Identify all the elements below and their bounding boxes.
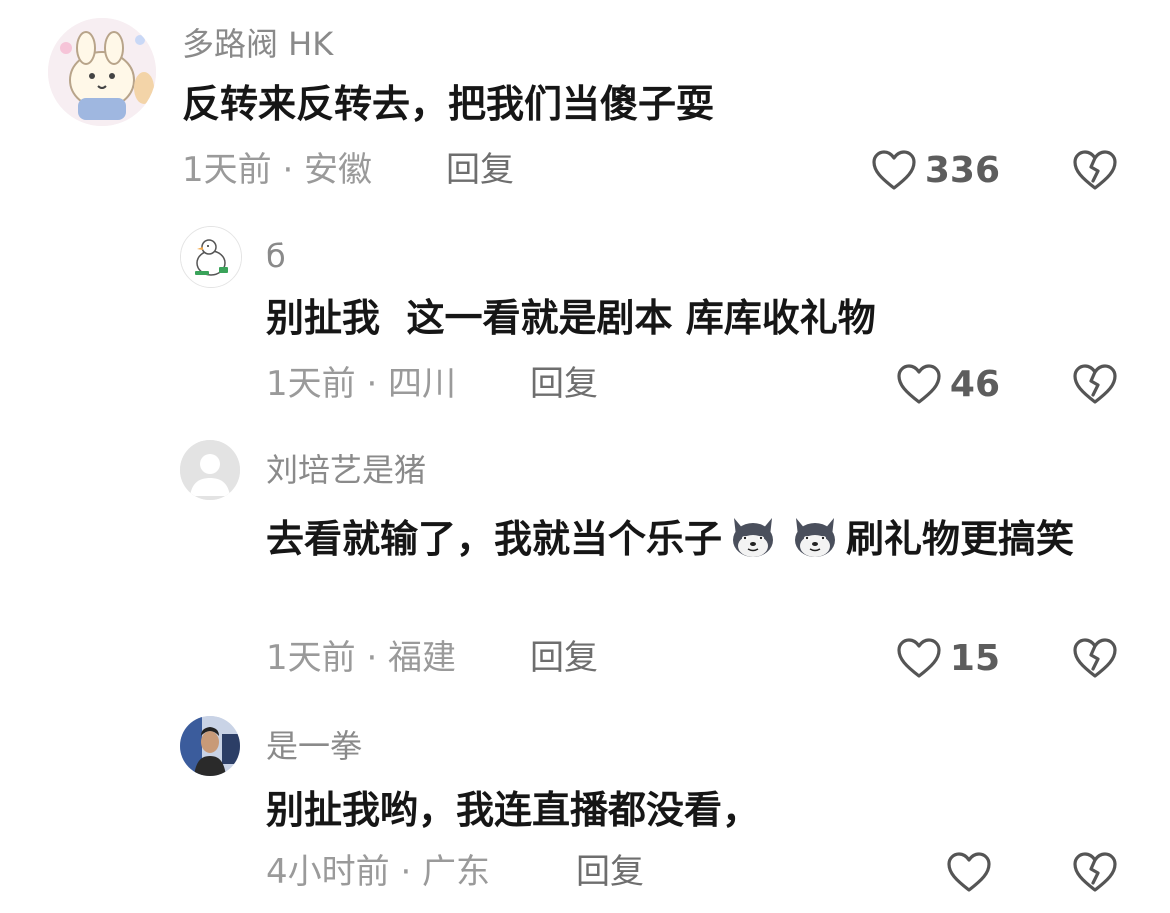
- comment-username[interactable]: 刘培艺是猪: [266, 450, 426, 490]
- comment-meta: 4小时前 · 广东: [266, 852, 491, 892]
- comment-item: 多路阀 HK 反转来反转去，把我们当傻子耍 1天前 · 安徽 回复 336: [0, 0, 1170, 210]
- reply-button[interactable]: 回复: [530, 638, 598, 678]
- comment-text: 别扯我 这一看就是剧本 库库收礼物: [266, 296, 876, 340]
- avatar[interactable]: [180, 716, 240, 776]
- like-count: 336: [924, 149, 1000, 191]
- goose-avatar-icon: [181, 227, 241, 287]
- like-button[interactable]: 15: [860, 634, 1000, 682]
- default-user-icon: [180, 440, 240, 500]
- avatar[interactable]: [180, 226, 242, 288]
- comment-item: 刘培艺是猪 去看就输了，我就当个乐子 刷礼物更搞笑 1天前 · 福建 回复 15: [0, 428, 1170, 698]
- like-button[interactable]: 336: [860, 146, 1000, 194]
- like-button[interactable]: [930, 848, 1000, 896]
- comment-username[interactable]: 是一拳: [266, 726, 362, 766]
- user-photo-avatar-icon: [180, 716, 240, 776]
- broken-heart-icon: [1073, 150, 1117, 190]
- like-count: 15: [949, 637, 1000, 679]
- heart-outline-icon: [872, 150, 916, 190]
- avatar[interactable]: [180, 440, 240, 500]
- cartoon-avatar-icon: [48, 18, 156, 126]
- dislike-button[interactable]: [1072, 360, 1118, 406]
- like-button[interactable]: 46: [860, 360, 1000, 408]
- reply-button[interactable]: 回复: [530, 364, 598, 404]
- like-count: 46: [949, 363, 1000, 405]
- reply-button[interactable]: 回复: [576, 852, 644, 892]
- dislike-button[interactable]: [1072, 848, 1118, 894]
- comment-item: б 别扯我 这一看就是剧本 库库收礼物 1天前 · 四川 回复 46: [0, 210, 1170, 420]
- reply-button[interactable]: 回复: [446, 150, 514, 190]
- comment-meta: 1天前 · 四川: [266, 364, 457, 404]
- heart-outline-icon: [897, 638, 941, 678]
- comment-username[interactable]: б: [266, 236, 286, 276]
- husky-dog-emoji-icon: [726, 508, 780, 562]
- heart-outline-icon: [947, 852, 991, 892]
- comment-text: 别扯我哟，我连直播都没看，: [266, 788, 761, 832]
- broken-heart-icon: [1073, 852, 1117, 892]
- husky-dog-emoji-icon: [788, 508, 842, 562]
- dislike-button[interactable]: [1072, 634, 1118, 680]
- comment-item: 是一拳 别扯我哟，我连直播都没看， 4小时前 · 广东 回复: [0, 706, 1170, 913]
- comment-meta: 1天前 · 安徽: [182, 150, 373, 190]
- avatar[interactable]: [48, 18, 156, 126]
- comment-text-part: 刷礼物更搞笑: [846, 517, 1075, 561]
- comment-text: 反转来反转去，把我们当傻子耍: [182, 82, 715, 126]
- comment-username[interactable]: 多路阀 HK: [182, 24, 333, 64]
- broken-heart-icon: [1073, 638, 1117, 678]
- heart-outline-icon: [897, 364, 941, 404]
- comment-text-part: 去看就输了，我就当个乐子: [266, 517, 723, 561]
- broken-heart-icon: [1073, 364, 1117, 404]
- comment-meta: 1天前 · 福建: [266, 638, 457, 678]
- dislike-button[interactable]: [1072, 146, 1118, 192]
- comment-text: 去看就输了，我就当个乐子 刷礼物更搞笑: [266, 508, 1136, 567]
